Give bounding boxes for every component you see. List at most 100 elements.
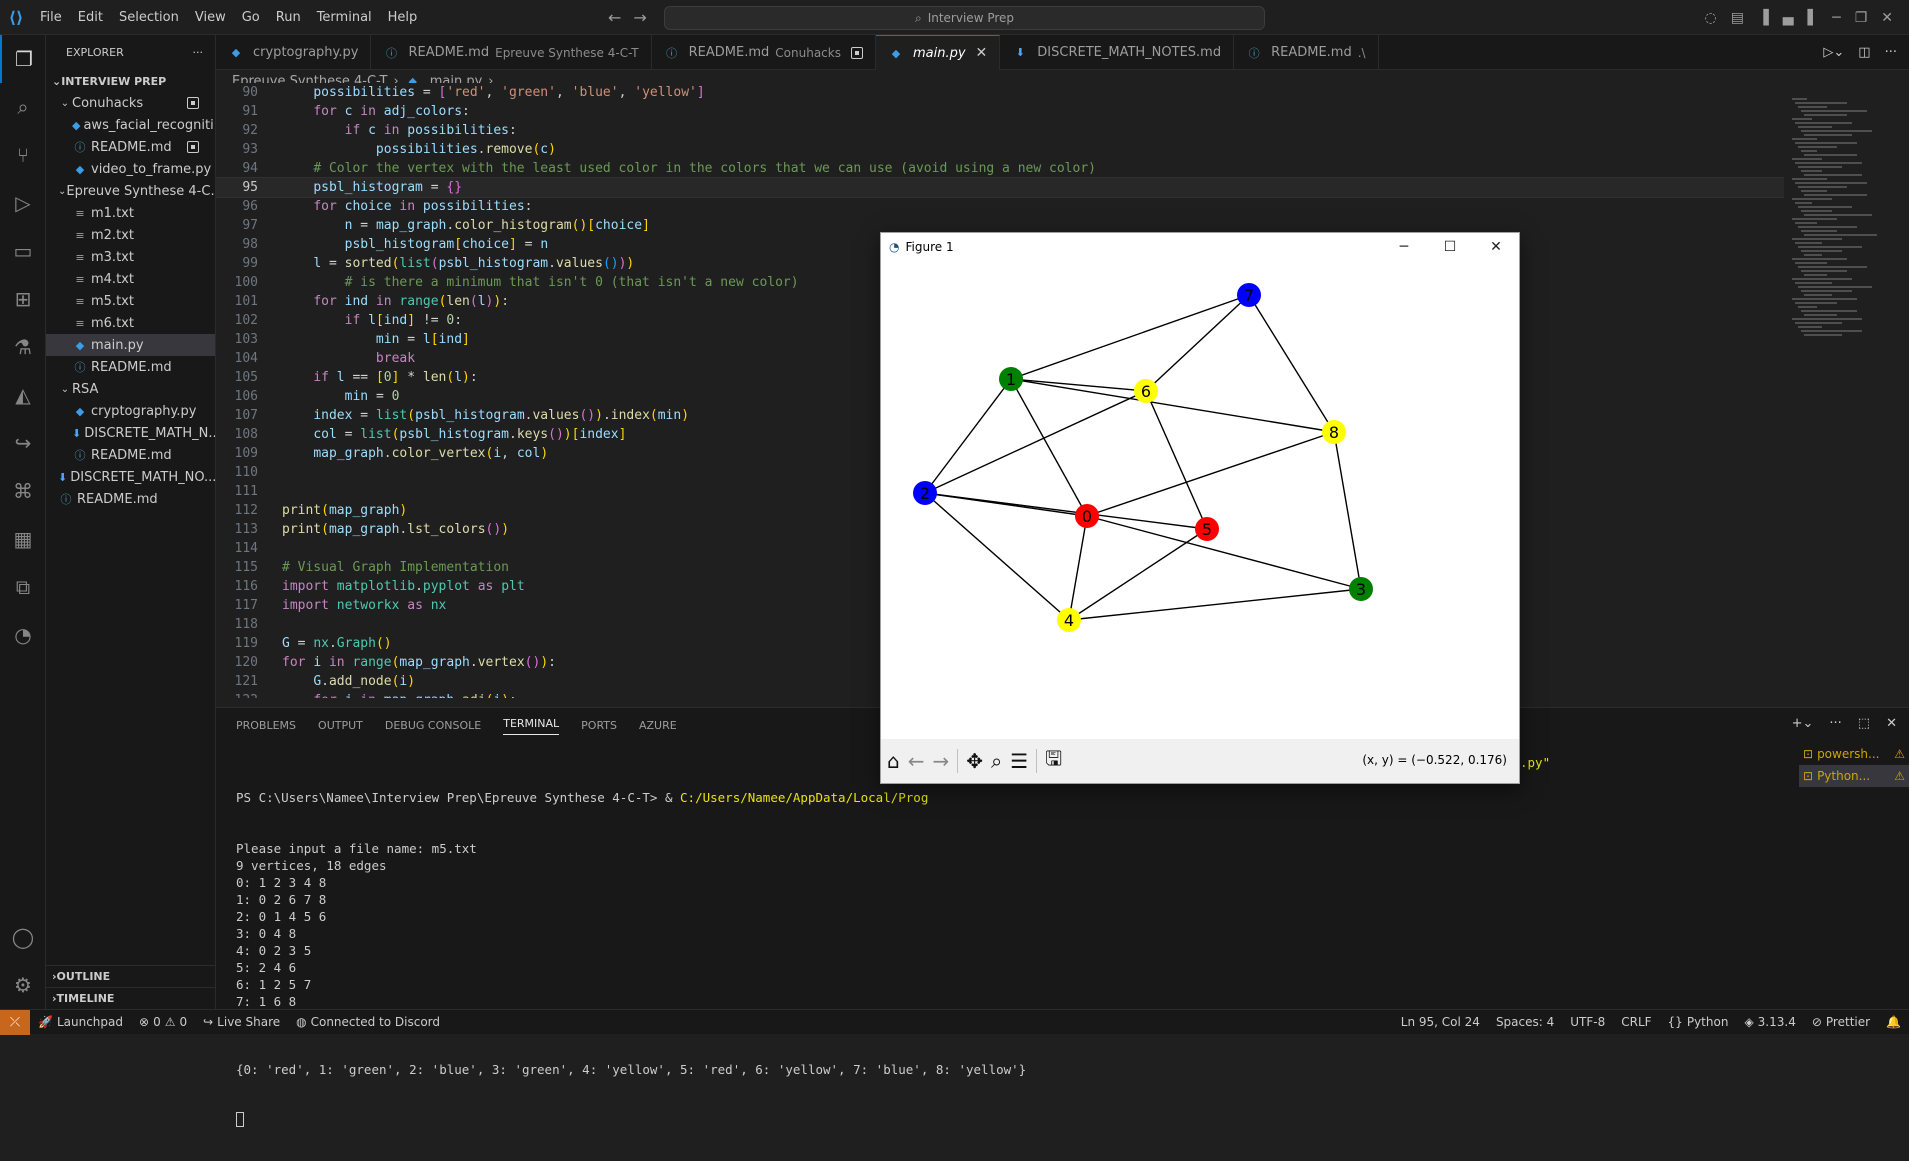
panel-tab-terminal[interactable]: TERMINAL — [503, 717, 560, 735]
indentation[interactable]: Spaces: 4 — [1488, 1015, 1562, 1029]
close-icon[interactable]: ✕ — [1473, 233, 1519, 261]
timeline-section-header[interactable]: › TIMELINE — [46, 987, 216, 1009]
new-terminal-icon[interactable]: +⌄ — [1792, 716, 1814, 731]
restore-window-icon[interactable]: ❐ — [1855, 10, 1868, 26]
editor-tab[interactable]: ◆ main.py ✕ — [875, 35, 1001, 70]
editor-tab[interactable]: ⓘ README.md Conuhacks — [652, 35, 876, 70]
editor-tab[interactable]: ◆ cryptography.py — [216, 35, 372, 70]
menu-file[interactable]: File — [32, 0, 70, 35]
workspace-section-header[interactable]: ⌄ INTERVIEW PREP — [46, 70, 215, 92]
account-icon[interactable]: ◯ — [0, 913, 46, 961]
close-window-icon[interactable]: ✕ — [1881, 10, 1893, 26]
editor-tab[interactable]: ⓘ README.md .\ — [1234, 35, 1379, 70]
gitlens-icon[interactable]: ◔ — [0, 611, 46, 659]
editor-tab[interactable]: ⬇ DISCRETE_MATH_NOTES.md — [1000, 35, 1235, 70]
save-icon[interactable]: 🖫 — [1045, 744, 1062, 778]
forward-icon[interactable]: → — [932, 749, 949, 773]
more-actions-icon[interactable]: ··· — [1829, 716, 1841, 731]
tree-file[interactable]: ≡ m6.txt — [46, 312, 215, 334]
panel-tab-ports[interactable]: PORTS — [581, 719, 617, 732]
menu-run[interactable]: Run — [268, 0, 309, 35]
minimize-icon[interactable]: ─ — [1381, 233, 1427, 261]
more-actions-icon[interactable]: ··· — [193, 46, 204, 59]
menu-selection[interactable]: Selection — [111, 0, 187, 35]
back-arrow-icon[interactable]: ← — [608, 8, 621, 27]
containers-icon[interactable]: ▦ — [0, 515, 46, 563]
terminal-output[interactable]: PS C:\Users\Namee\Interview Prep\Epreuve… — [236, 755, 1776, 1161]
menu-go[interactable]: Go — [234, 0, 268, 35]
minimize-window-icon[interactable]: ─ — [1832, 10, 1840, 26]
terminal-instance[interactable]: ⊡ powersh... ⚠ — [1799, 743, 1909, 765]
menu-help[interactable]: Help — [380, 0, 426, 35]
testing-icon[interactable]: ⚗ — [0, 323, 46, 371]
python-version[interactable]: ◈ 3.13.4 — [1736, 1015, 1803, 1029]
remote-explorer-icon[interactable]: ▭ — [0, 227, 46, 275]
tree-file[interactable]: ◆ main.py — [46, 334, 215, 356]
tree-file[interactable]: ≡ m2.txt — [46, 224, 215, 246]
configure-subplots-icon[interactable]: ☰ — [1010, 749, 1028, 773]
menu-edit[interactable]: Edit — [70, 0, 111, 35]
tree-file[interactable]: ⓘ README.md — [46, 136, 215, 158]
maximize-icon[interactable]: ☐ — [1427, 233, 1473, 261]
language-mode[interactable]: {} Python — [1660, 1015, 1737, 1029]
tree-file[interactable]: ◆ video_to_frame.py — [46, 158, 215, 180]
cursor-position[interactable]: Ln 95, Col 24 — [1393, 1015, 1488, 1029]
tree-file[interactable]: ⓘ README.md — [46, 444, 215, 466]
forward-arrow-icon[interactable]: → — [633, 8, 646, 27]
tree-folder[interactable]: ⌄ RSA — [46, 378, 215, 400]
tree-file[interactable]: ≡ m3.txt — [46, 246, 215, 268]
tree-file[interactable]: ◆ aws_facial_recogniti... — [46, 114, 215, 136]
tree-file[interactable]: ⓘ README.md — [46, 488, 215, 510]
layout-icon[interactable]: ▤ — [1731, 10, 1744, 26]
tree-file[interactable]: ≡ m4.txt — [46, 268, 215, 290]
tree-folder[interactable]: ⌄ Epreuve Synthese 4-C... — [46, 180, 215, 202]
discord-item[interactable]: ◍ Connected to Discord — [288, 1015, 448, 1029]
tree-file[interactable]: ⬇ DISCRETE_MATH_NO... — [46, 466, 215, 488]
command-center-search[interactable]: ⌕ Interview Prep — [664, 6, 1265, 30]
azure-icon[interactable]: ◭ — [0, 371, 46, 419]
menu-terminal[interactable]: Terminal — [309, 0, 380, 35]
toggle-secondary-sidebar-icon[interactable]: ▌ — [1807, 10, 1818, 26]
close-panel-icon[interactable]: ✕ — [1886, 716, 1897, 731]
close-tab-icon[interactable]: ✕ — [976, 45, 988, 61]
live-share-icon[interactable]: ↪ — [0, 419, 46, 467]
tree-file[interactable]: ⬇ DISCRETE_MATH_N... — [46, 422, 215, 444]
settings-gear-icon[interactable]: ⚙ — [0, 961, 46, 1009]
run-debug-icon[interactable]: ▷ — [0, 179, 46, 227]
python-icon[interactable]: ⌘ — [0, 467, 46, 515]
maximize-panel-icon[interactable]: ⬚ — [1858, 716, 1870, 731]
minimap[interactable] — [1784, 92, 1896, 707]
back-icon[interactable]: ← — [908, 749, 925, 773]
end-of-line[interactable]: CRLF — [1613, 1015, 1659, 1029]
docker-icon[interactable]: ⧉ — [0, 563, 46, 611]
launchpad-item[interactable]: 🚀 Launchpad — [30, 1015, 131, 1029]
panel-tab-problems[interactable]: PROBLEMS — [236, 719, 296, 732]
menu-view[interactable]: View — [187, 0, 234, 35]
panel-tab-output[interactable]: OUTPUT — [318, 719, 363, 732]
more-actions-icon[interactable]: ··· — [1885, 45, 1897, 60]
encoding[interactable]: UTF-8 — [1562, 1015, 1613, 1029]
graph-canvas[interactable]: 0 1 2 3 4 5 6 7 8 — [881, 261, 1519, 739]
tree-file[interactable]: ≡ m1.txt — [46, 202, 215, 224]
split-editor-icon[interactable]: ◫ — [1858, 45, 1870, 60]
notifications-icon[interactable]: 🔔 — [1878, 1015, 1909, 1029]
editor-tab[interactable]: ⓘ README.md Epreuve Synthese 4-C-T — [371, 35, 652, 70]
tree-file[interactable]: ⓘ README.md — [46, 356, 215, 378]
problems-item[interactable]: ⊗ 0 ⚠ 0 — [131, 1015, 195, 1029]
zoom-icon[interactable]: ⌕ — [991, 749, 1002, 773]
pan-icon[interactable]: ✥ — [966, 749, 983, 773]
search-view-icon[interactable]: ⌕ — [0, 83, 46, 131]
remote-indicator-icon[interactable]: ⤫ — [0, 1009, 30, 1035]
toggle-sidebar-icon[interactable]: ▐ — [1758, 10, 1769, 26]
figure-window[interactable]: ◔ Figure 1 ─ ☐ ✕ 0 1 2 3 4 5 6 7 8 ⌂ ← → ✥ ⌕ ☰ 🖫… — [880, 232, 1520, 784]
source-control-icon[interactable]: ⑂ — [0, 131, 46, 179]
live-share-item[interactable]: ↪ Live Share — [195, 1015, 288, 1029]
run-python-file-icon[interactable]: ▷⌄ — [1823, 45, 1844, 60]
panel-tab-azure[interactable]: AZURE — [639, 719, 677, 732]
copilot-icon[interactable]: ◌ — [1704, 10, 1716, 26]
toggle-panel-icon[interactable]: ▄ — [1783, 10, 1794, 26]
outline-section-header[interactable]: › OUTLINE — [46, 965, 216, 987]
tree-file[interactable]: ≡ m5.txt — [46, 290, 215, 312]
prettier-item[interactable]: ⊘ Prettier — [1804, 1015, 1878, 1029]
extensions-icon[interactable]: ⊞ — [0, 275, 46, 323]
